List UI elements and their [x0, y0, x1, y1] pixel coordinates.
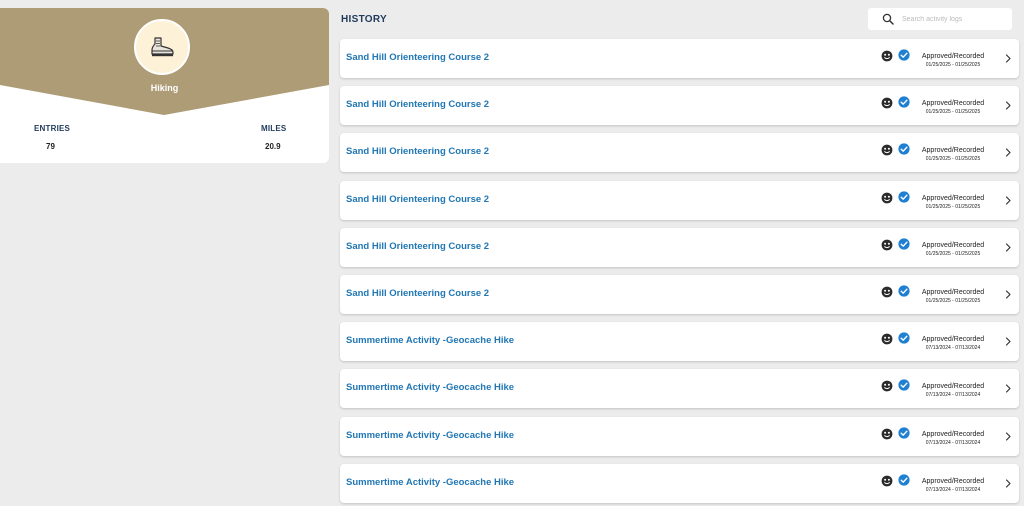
history-row-dates: 01/25/2025 - 01/25/2025 [925, 62, 981, 68]
history-row[interactable]: Summertime Activity -Geocache Hike Appro… [340, 463, 1019, 503]
chevron-right-icon[interactable] [1005, 337, 1012, 346]
approved-check-icon [898, 426, 910, 439]
history-row[interactable]: Summertime Activity -Geocache Hike Appro… [340, 322, 1019, 362]
approved-check-icon [898, 474, 910, 486]
chevron-right-icon[interactable] [1005, 54, 1012, 63]
chevron-right-icon[interactable] [1005, 479, 1012, 488]
history-row[interactable]: Summertime Activity -Geocache Hike Appro… [340, 369, 1019, 409]
approved-check-icon [898, 49, 910, 61]
history-row[interactable]: Sand Hill Orienteering Course 2 Approved… [340, 227, 1019, 267]
history-row-status: Approved/Recorded [921, 288, 985, 296]
chevron-right-icon[interactable] [1005, 431, 1012, 441]
activity-page: Hiking ENTRIES 79 MILES 20.9 HISTORY San… [0, 0, 1024, 506]
history-row-status: Approved/Recorded [921, 430, 985, 438]
approved-check-icon [898, 379, 910, 391]
history-row-status: Approved/Recorded [921, 53, 985, 60]
history-row-title[interactable]: Sand Hill Orienteering Course 2 [346, 99, 489, 110]
approved-check-icon [898, 143, 910, 155]
chevron-right-icon[interactable] [1005, 101, 1012, 110]
approved-check-icon [898, 332, 910, 344]
history-row-title[interactable]: Sand Hill Orienteering Course 2 [346, 194, 489, 205]
history-row-status: Approved/Recorded [921, 194, 985, 202]
history-row-dates: 01/25/2025 - 01/25/2025 [925, 156, 981, 163]
approved-check-icon [898, 96, 910, 108]
history-row[interactable]: Sand Hill Orienteering Course 2 Approved… [340, 180, 1019, 220]
activity-name: Hiking [150, 83, 179, 93]
history-row-dates: 01/25/2025 - 01/25/2025 [925, 109, 981, 116]
history-row-status: Approved/Recorded [921, 100, 985, 108]
approved-check-icon [898, 285, 910, 297]
history-row-status: Approved/Recorded [921, 241, 985, 249]
participant-face-icon [881, 97, 893, 109]
history-row[interactable]: Sand Hill Orienteering Course 2 Approved… [340, 39, 1019, 78]
history-row-title[interactable]: Summertime Activity -Geocache Hike [346, 477, 514, 488]
hiking-boot-icon [151, 37, 174, 57]
entries-value: 79 [46, 142, 55, 151]
participant-face-icon [881, 380, 893, 392]
history-row-status: Approved/Recorded [921, 147, 985, 155]
approved-check-icon [898, 238, 910, 250]
history-row-dates: 01/25/2025 - 01/25/2025 [925, 250, 981, 257]
history-row-dates: 01/25/2025 - 01/25/2025 [925, 203, 981, 210]
history-row[interactable]: Sand Hill Orienteering Course 2 Approved… [340, 133, 1019, 173]
history-row-status: Approved/Recorded [921, 477, 985, 485]
history-row[interactable]: Summertime Activity -Geocache Hike Appro… [340, 416, 1019, 456]
history-row-title[interactable]: Summertime Activity -Geocache Hike [346, 335, 514, 346]
participant-face-icon [881, 428, 893, 439]
participant-face-icon [881, 239, 893, 251]
history-row-dates: 01/25/2025 - 01/25/2025 [925, 297, 981, 304]
history-title: HISTORY [341, 14, 387, 25]
chevron-right-icon[interactable] [1005, 148, 1012, 157]
approved-check-icon [898, 190, 910, 203]
miles-value: 20.9 [265, 142, 281, 151]
history-row-title[interactable]: Sand Hill Orienteering Course 2 [346, 146, 489, 157]
participant-face-icon [881, 286, 893, 298]
chevron-right-icon[interactable] [1005, 384, 1012, 393]
history-row-title[interactable]: Sand Hill Orienteering Course 2 [346, 288, 489, 299]
history-row-status: Approved/Recorded [921, 336, 985, 344]
search-icon [882, 13, 894, 25]
history-row-title[interactable]: Sand Hill Orienteering Course 2 [346, 241, 489, 252]
miles-label: MILES [261, 124, 287, 133]
history-row-dates: 07/13/2024 - 07/13/2024 [925, 392, 981, 399]
search-input[interactable] [902, 15, 1002, 23]
history-row-dates: 07/13/2024 - 07/13/2024 [925, 486, 981, 493]
chevron-right-icon[interactable] [1005, 195, 1012, 205]
chevron-right-icon[interactable] [1005, 290, 1012, 299]
activity-avatar [134, 19, 190, 75]
chevron-right-icon[interactable] [1005, 243, 1012, 252]
history-row-dates: 07/13/2024 - 07/13/2024 [925, 439, 981, 446]
participant-face-icon [881, 192, 893, 203]
entries-label: ENTRIES [34, 124, 71, 133]
history-list: Sand Hill Orienteering Course 2 Approved… [340, 39, 1019, 506]
participant-face-icon [881, 144, 893, 156]
participant-face-icon [881, 50, 893, 62]
participant-face-icon [881, 475, 893, 487]
search-box[interactable] [868, 8, 1012, 30]
history-row[interactable]: Sand Hill Orienteering Course 2 Approved… [340, 274, 1019, 314]
history-row-title[interactable]: Sand Hill Orienteering Course 2 [346, 52, 489, 63]
history-row-title[interactable]: Summertime Activity -Geocache Hike [346, 430, 514, 441]
activity-summary-card: Hiking ENTRIES 79 MILES 20.9 [0, 8, 329, 163]
history-row-title[interactable]: Summertime Activity -Geocache Hike [346, 382, 514, 393]
history-row-status: Approved/Recorded [921, 383, 985, 391]
history-row[interactable]: Sand Hill Orienteering Course 2 Approved… [340, 86, 1019, 126]
participant-face-icon [881, 333, 893, 345]
history-row-dates: 07/13/2024 - 07/13/2024 [925, 345, 981, 352]
